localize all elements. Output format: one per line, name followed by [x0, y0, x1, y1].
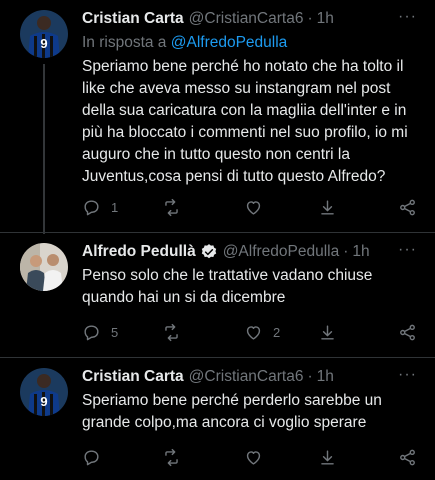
separator-dot: · — [343, 243, 349, 260]
download-button[interactable] — [318, 448, 337, 467]
timestamp[interactable]: 1h — [317, 10, 334, 28]
reply-count: 1 — [111, 200, 119, 215]
share-button[interactable] — [398, 323, 417, 342]
reply-button[interactable]: 5 — [82, 323, 118, 342]
download-button[interactable] — [318, 323, 337, 342]
reply-count: 5 — [111, 325, 119, 340]
like-count: 2 — [273, 325, 281, 340]
svg-text:9: 9 — [40, 394, 47, 409]
like-button[interactable]: 2 — [244, 323, 280, 342]
avatar[interactable]: 9 — [20, 368, 68, 416]
retweet-icon — [165, 323, 178, 342]
tweet-text: Penso solo che le trattative vadano chiu… — [82, 267, 373, 306]
tweet-actions: 5 2 — [82, 323, 418, 345]
download-icon — [321, 200, 334, 215]
author-name[interactable]: Alfredo Pedullà — [82, 243, 196, 261]
tweet-text: Speriamo bene perché ho notato che ha to… — [82, 58, 408, 185]
reply-mention-link[interactable]: @AlfredoPedulla — [171, 34, 288, 51]
avatar[interactable]: 9 — [20, 10, 68, 58]
retweet-button[interactable] — [162, 323, 191, 342]
retweet-button[interactable] — [162, 198, 191, 217]
separator-dot: · — [307, 10, 313, 27]
reply-icon — [84, 325, 99, 341]
tweet-3[interactable]: 9 Cristian Carta @CristianCarta6 · 1h ··… — [0, 358, 435, 480]
tweet-1[interactable]: 9 Cristian Carta @CristianCarta6 · 1h ··… — [0, 0, 435, 232]
tweet-header: Cristian Carta @CristianCarta6 · 1h — [82, 10, 334, 28]
share-icon — [400, 199, 415, 216]
reply-button[interactable]: 1 — [82, 198, 118, 217]
reply-prefix: In risposta a — [82, 34, 167, 51]
author-handle[interactable]: @AlfredoPedulla — [223, 243, 340, 261]
share-button[interactable] — [398, 448, 417, 467]
heart-icon — [246, 326, 261, 340]
author-handle[interactable]: @CristianCarta6 — [189, 368, 304, 386]
avatar[interactable] — [20, 243, 68, 291]
tweet-actions: 1 — [82, 198, 418, 220]
author-name[interactable]: Cristian Carta — [82, 10, 184, 28]
tweet-text: Speriamo bene perché perderlo sarebbe un… — [82, 392, 382, 431]
download-icon — [321, 325, 334, 340]
more-options-icon[interactable]: ··· — [398, 8, 417, 26]
verified-badge-icon — [201, 244, 216, 259]
reply-button[interactable] — [82, 448, 111, 467]
like-button[interactable] — [244, 198, 273, 217]
tweet-header: Cristian Carta @CristianCarta6 · 1h — [82, 368, 334, 386]
share-button[interactable] — [398, 198, 417, 217]
retweet-icon — [165, 448, 178, 467]
more-options-icon[interactable]: ··· — [398, 366, 417, 384]
reply-icon — [84, 200, 99, 216]
retweet-button[interactable] — [162, 448, 191, 467]
reply-icon — [84, 450, 99, 466]
timestamp[interactable]: 1h — [352, 243, 369, 261]
tweet-2[interactable]: Alfredo Pedullà @AlfredoPedulla · 1h ···… — [0, 233, 435, 357]
svg-text:9: 9 — [40, 36, 47, 51]
tweet-actions — [82, 448, 418, 470]
download-icon — [321, 450, 334, 465]
download-button[interactable] — [318, 198, 337, 217]
timestamp[interactable]: 1h — [317, 368, 334, 386]
heart-icon — [246, 201, 261, 215]
heart-icon — [246, 451, 261, 465]
share-icon — [400, 324, 415, 341]
retweet-icon — [165, 198, 178, 217]
replying-to: In risposta a @AlfredoPedulla — [82, 34, 287, 52]
share-icon — [400, 449, 415, 466]
author-name[interactable]: Cristian Carta — [82, 368, 184, 386]
more-options-icon[interactable]: ··· — [398, 241, 417, 259]
tweet-header: Alfredo Pedullà @AlfredoPedulla · 1h — [82, 243, 370, 261]
like-button[interactable] — [244, 448, 273, 467]
author-handle[interactable]: @CristianCarta6 — [189, 10, 304, 28]
separator-dot: · — [307, 368, 313, 385]
